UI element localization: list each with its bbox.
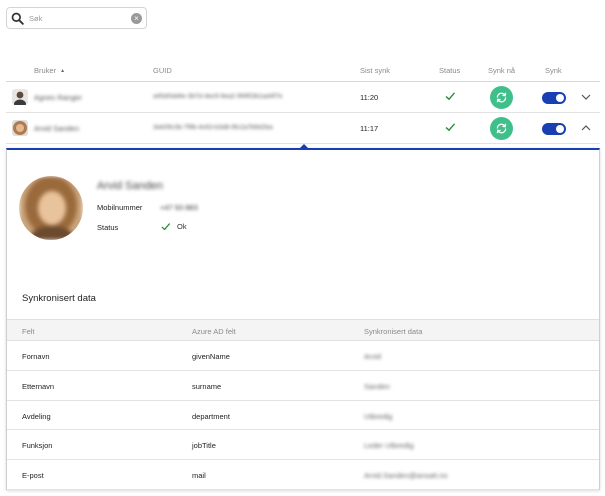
- status-text: Ok: [177, 222, 187, 231]
- column-header-synced: Synkronisert data: [364, 327, 423, 336]
- field-name: Funksjon: [22, 441, 53, 451]
- field-name: E-post: [22, 471, 44, 481]
- table-row: Avdeling department Utbredig: [7, 401, 599, 431]
- column-header-last-sync: Sist synk: [360, 66, 391, 75]
- table-row: Funksjon jobTitle Leder Utbredig: [7, 430, 599, 461]
- chevron-up-icon[interactable]: [580, 122, 592, 134]
- search-icon: [11, 12, 24, 25]
- synced-value: Arvid.Sanden@ansatt.no: [364, 471, 448, 481]
- sync-toggle[interactable]: [542, 123, 566, 135]
- synced-value: Sanden: [364, 381, 390, 391]
- azure-field: department: [192, 411, 230, 421]
- column-header-field: Felt: [22, 327, 35, 336]
- table-row: Fornavn givenName Arvid: [7, 341, 599, 371]
- user-guid: a45d0dd4e-3b7d-4ec9-9ea2-9f4f53b1ad4f7e: [153, 93, 283, 100]
- table-row[interactable]: Arvid Sanden 3eb09c3b-7f9b-4c63-b3d8-9fc…: [6, 113, 600, 144]
- synced-data-table: Felt Azure AD felt Synkronisert data For…: [7, 319, 599, 490]
- last-sync-time: 11:17: [360, 124, 379, 133]
- azure-field: surname: [192, 381, 222, 391]
- mobile-label: Mobilnummer: [97, 203, 143, 212]
- profile-photo: [19, 176, 83, 240]
- table-row: Etternavn surname Sanden: [7, 371, 599, 401]
- sort-asc-icon: ▲: [60, 68, 66, 74]
- column-header-sync-now: Synk nå: [488, 66, 516, 75]
- synced-value: Leder Utbredig: [364, 441, 414, 451]
- sync-now-button[interactable]: [490, 86, 513, 109]
- synced-value: Utbredig: [364, 411, 393, 421]
- refresh-icon: [496, 123, 507, 134]
- search-input[interactable]: [29, 11, 129, 26]
- toggle-knob: [556, 94, 564, 102]
- user-detail-panel: Arvid Sanden Mobilnummer +47 93 883 Stat…: [6, 148, 600, 490]
- mobile-value: +47 93 883: [160, 203, 198, 212]
- toggle-knob: [556, 125, 564, 133]
- last-sync-time: 11:20: [360, 93, 379, 102]
- check-icon: [445, 123, 456, 132]
- field-name: Fornavn: [22, 352, 50, 361]
- clear-icon[interactable]: ×: [131, 13, 142, 24]
- synced-data-header: Felt Azure AD felt Synkronisert data: [7, 319, 599, 341]
- profile-name: Arvid Sanden: [97, 180, 164, 192]
- user-name: Agnes Ranger: [34, 93, 82, 102]
- sync-now-button[interactable]: [490, 117, 513, 140]
- status-value: Ok: [160, 221, 187, 232]
- section-title: Synkronisert data: [22, 293, 96, 304]
- column-header-azure: Azure AD felt: [192, 327, 236, 336]
- user-name: Arvid Sanden: [34, 124, 80, 133]
- table-row: E-post mail Arvid.Sanden@ansatt.no: [7, 460, 599, 490]
- synced-value: Arvid: [364, 352, 382, 361]
- column-header-sync: Synk: [545, 66, 562, 75]
- column-header-user[interactable]: Bruker ▲: [34, 66, 65, 75]
- azure-field: mail: [192, 471, 206, 481]
- azure-field: givenName: [192, 352, 230, 361]
- search-box[interactable]: ×: [6, 7, 147, 29]
- azure-field: jobTitle: [192, 441, 216, 451]
- column-header-guid: GUID: [153, 66, 172, 75]
- check-icon: [445, 92, 456, 101]
- field-name: Etternavn: [22, 381, 55, 391]
- avatar: [12, 89, 28, 105]
- refresh-icon: [496, 92, 507, 103]
- status-label: Status: [97, 223, 119, 232]
- sync-toggle[interactable]: [542, 92, 566, 104]
- users-table-header: Bruker ▲ GUID Sist synk Status Synk nå Sy…: [6, 62, 600, 82]
- check-icon: [161, 223, 171, 231]
- user-guid: 3eb09c3b-7f9b-4c63-b3d8-9fc2a7b6d2ba: [153, 124, 273, 131]
- table-row[interactable]: Agnes Ranger a45d0dd4e-3b7d-4ec9-9ea2-9f…: [6, 82, 600, 113]
- avatar: [12, 120, 28, 136]
- chevron-down-icon[interactable]: [580, 91, 592, 103]
- field-name: Avdeling: [22, 411, 51, 421]
- column-header-status: Status: [439, 66, 461, 75]
